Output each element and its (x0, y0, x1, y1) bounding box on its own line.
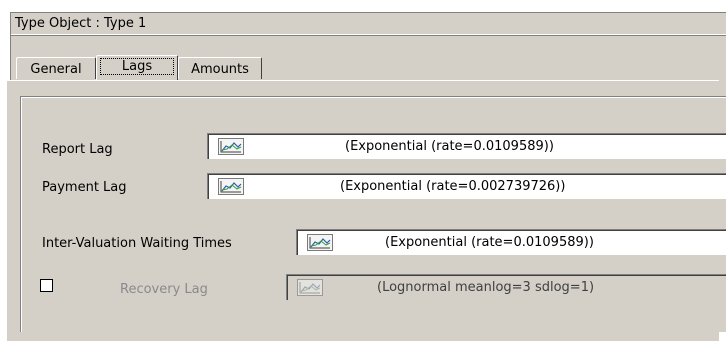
inter-valuation-label: Inter-Valuation Waiting Times (42, 236, 232, 251)
recovery-lag-value: (Lognormal meanlog=3 sdlog=1) (377, 280, 595, 295)
recovery-lag-checkbox[interactable] (40, 279, 53, 292)
tab-general[interactable]: General (16, 57, 96, 79)
payment-lag-value: (Exponential (rate=0.002739726)) (340, 179, 566, 194)
distribution-chart-icon (297, 279, 323, 296)
payment-lag-field[interactable]: (Exponential (rate=0.002739726)) (207, 173, 726, 199)
distribution-chart-icon[interactable] (307, 234, 333, 251)
dialog-title: Type Object : Type 1 (15, 16, 147, 31)
report-lag-field[interactable]: (Exponential (rate=0.0109589)) (207, 133, 726, 159)
inter-valuation-field[interactable]: (Exponential (rate=0.0109589)) (296, 229, 726, 255)
recovery-lag-field[interactable]: (Lognormal meanlog=3 sdlog=1) (286, 274, 726, 300)
inter-valuation-value: (Exponential (rate=0.0109589)) (385, 235, 594, 250)
tab-general-label: General (30, 62, 82, 77)
tab-lags-label: Lags (121, 59, 153, 74)
report-lag-value: (Exponential (rate=0.0109589)) (345, 139, 554, 154)
recovery-lag-label: Recovery Lag (120, 282, 208, 297)
dialog-title-bar: Type Object : Type 1 (11, 13, 726, 36)
report-lag-label: Report Lag (42, 142, 113, 157)
tab-lags[interactable]: Lags (96, 55, 178, 80)
payment-lag-label: Payment Lag (42, 180, 127, 195)
tab-amounts-label: Amounts (191, 62, 249, 77)
tab-amounts[interactable]: Amounts (178, 57, 262, 79)
distribution-chart-icon[interactable] (218, 138, 244, 155)
distribution-chart-icon[interactable] (218, 178, 244, 195)
